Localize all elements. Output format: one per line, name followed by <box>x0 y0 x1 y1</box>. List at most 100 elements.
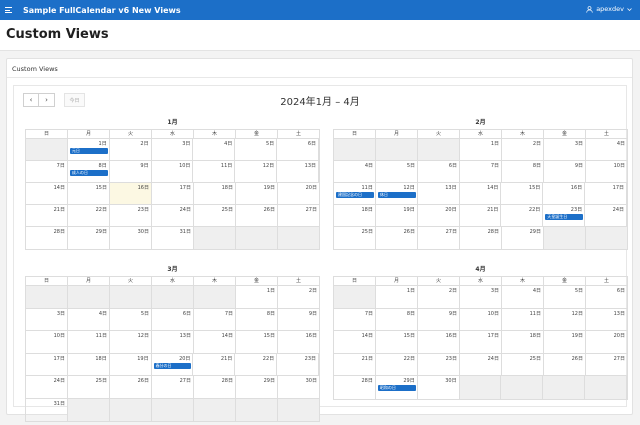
day-number[interactable]: 7日 <box>491 162 499 169</box>
day-cell[interactable]: 29日 <box>68 227 110 249</box>
day-number[interactable]: 9日 <box>449 310 457 317</box>
day-cell[interactable]: 13日 <box>277 161 320 182</box>
day-number[interactable]: 11日 <box>361 184 372 191</box>
day-number[interactable]: 4日 <box>617 140 625 147</box>
day-number[interactable]: 16日 <box>446 332 457 339</box>
day-number[interactable]: 7日 <box>57 162 65 169</box>
day-cell[interactable]: 6日 <box>586 286 627 308</box>
day-number[interactable]: 12日 <box>138 332 149 339</box>
day-cell[interactable]: 11日 <box>193 161 236 182</box>
day-number[interactable]: 17日 <box>53 355 64 362</box>
day-cell[interactable]: 14日 <box>26 183 68 204</box>
day-cell[interactable]: 11日 <box>502 308 544 330</box>
day-number[interactable]: 10日 <box>54 332 65 339</box>
day-number[interactable]: 2日 <box>140 140 148 147</box>
day-number[interactable]: 15日 <box>264 332 275 339</box>
day-number[interactable]: 5日 <box>407 162 415 169</box>
day-number[interactable]: 4日 <box>533 287 541 294</box>
calendar-event[interactable]: 元日 <box>69 148 108 154</box>
day-cell[interactable]: 8日 <box>502 161 544 182</box>
day-cell[interactable]: 19日 <box>544 331 586 353</box>
day-cell[interactable]: 25日 <box>68 376 110 398</box>
day-cell[interactable]: 5日 <box>235 139 278 160</box>
day-cell[interactable]: 26日 <box>376 227 418 249</box>
day-number[interactable]: 1日 <box>407 287 415 294</box>
day-number[interactable]: 18日 <box>530 332 541 339</box>
day-number[interactable]: 29日 <box>530 228 541 235</box>
day-number[interactable]: 25日 <box>362 228 373 235</box>
day-cell[interactable]: 7日 <box>194 308 236 330</box>
day-cell[interactable]: 14日 <box>334 331 376 353</box>
day-number[interactable]: 5日 <box>141 310 149 317</box>
day-cell[interactable]: 13日 <box>152 331 194 353</box>
day-cell[interactable]: 13日 <box>418 183 460 204</box>
calendar-event[interactable]: 昭和の日 <box>377 385 416 391</box>
day-cell[interactable]: 29日 <box>236 376 278 398</box>
day-cell[interactable]: 11日 <box>68 331 110 353</box>
day-cell[interactable]: 12日 <box>110 331 152 353</box>
day-cell[interactable]: 2日 <box>418 286 460 308</box>
user-menu[interactable]: apexdev <box>586 5 632 13</box>
day-number[interactable]: 18日 <box>222 184 233 191</box>
app-title[interactable]: Sample FullCalendar v6 New Views <box>23 6 181 15</box>
day-number[interactable]: 12日 <box>403 184 414 191</box>
day-number[interactable]: 28日 <box>361 377 372 384</box>
day-number[interactable]: 21日 <box>221 355 232 362</box>
day-cell[interactable]: 4日 <box>586 139 627 160</box>
day-number[interactable]: 2日 <box>449 287 457 294</box>
day-cell[interactable]: 18日 <box>68 353 110 375</box>
day-number[interactable]: 26日 <box>138 377 149 384</box>
day-number[interactable]: 17日 <box>613 184 624 191</box>
day-number[interactable]: 3日 <box>575 140 583 147</box>
day-number[interactable]: 20日 <box>445 206 456 213</box>
day-cell[interactable]: 4日 <box>193 139 236 160</box>
day-number[interactable]: 11日 <box>530 310 541 317</box>
day-cell[interactable]: 3日 <box>460 286 502 308</box>
day-number[interactable]: 23日 <box>446 355 457 362</box>
day-number[interactable]: 11日 <box>221 162 232 169</box>
day-cell[interactable]: 18日 <box>194 183 236 204</box>
day-number[interactable]: 22日 <box>96 206 107 213</box>
day-number[interactable]: 1日 <box>491 140 499 147</box>
day-number[interactable]: 9日 <box>575 162 583 169</box>
day-cell[interactable]: 20日 <box>418 205 460 226</box>
day-cell[interactable]: 4日 <box>68 308 110 330</box>
day-cell[interactable]: 16日 <box>278 331 319 353</box>
day-cell[interactable]: 10日 <box>460 308 502 330</box>
day-cell[interactable]: 24日 <box>585 205 628 226</box>
day-cell[interactable]: 30日 <box>278 376 319 398</box>
day-number[interactable]: 3日 <box>57 310 65 317</box>
day-cell[interactable]: 8日 <box>376 308 418 330</box>
day-number[interactable]: 3日 <box>491 287 499 294</box>
day-number[interactable]: 1日 <box>99 140 107 147</box>
day-number[interactable]: 7日 <box>365 310 373 317</box>
day-cell[interactable]: 20日 <box>278 183 319 204</box>
day-cell[interactable]: 6日 <box>277 139 320 160</box>
day-number[interactable]: 2日 <box>533 140 541 147</box>
day-cell[interactable]: 30日 <box>110 227 152 249</box>
day-number[interactable]: 23日 <box>138 206 149 213</box>
day-cell[interactable]: 27日 <box>152 376 194 398</box>
day-cell[interactable]: 27日 <box>278 205 319 226</box>
day-cell[interactable]: 1日 <box>460 139 502 160</box>
day-number[interactable]: 19日 <box>403 206 414 213</box>
day-number[interactable]: 5日 <box>575 287 583 294</box>
day-cell[interactable]: 24日 <box>152 205 194 226</box>
day-cell[interactable]: 7日 <box>460 161 502 182</box>
day-number[interactable]: 15日 <box>404 332 415 339</box>
day-number[interactable]: 29日 <box>96 228 107 235</box>
day-cell[interactable]: 25日 <box>502 353 544 375</box>
day-number[interactable]: 6日 <box>617 287 625 294</box>
day-number[interactable]: 24日 <box>613 206 624 213</box>
day-cell[interactable]: 21日 <box>193 353 236 375</box>
day-number[interactable]: 5日 <box>266 140 274 147</box>
day-cell[interactable]: 8日 <box>236 308 278 330</box>
day-cell[interactable]: 27日 <box>418 227 460 249</box>
calendar-event[interactable]: 休日 <box>377 192 416 198</box>
day-number[interactable]: 22日 <box>263 355 274 362</box>
day-number[interactable]: 8日 <box>533 162 541 169</box>
day-number[interactable]: 4日 <box>365 162 373 169</box>
day-cell[interactable]: 25日 <box>194 205 236 226</box>
day-cell[interactable]: 12日 <box>235 161 278 182</box>
day-number[interactable]: 25日 <box>222 206 233 213</box>
